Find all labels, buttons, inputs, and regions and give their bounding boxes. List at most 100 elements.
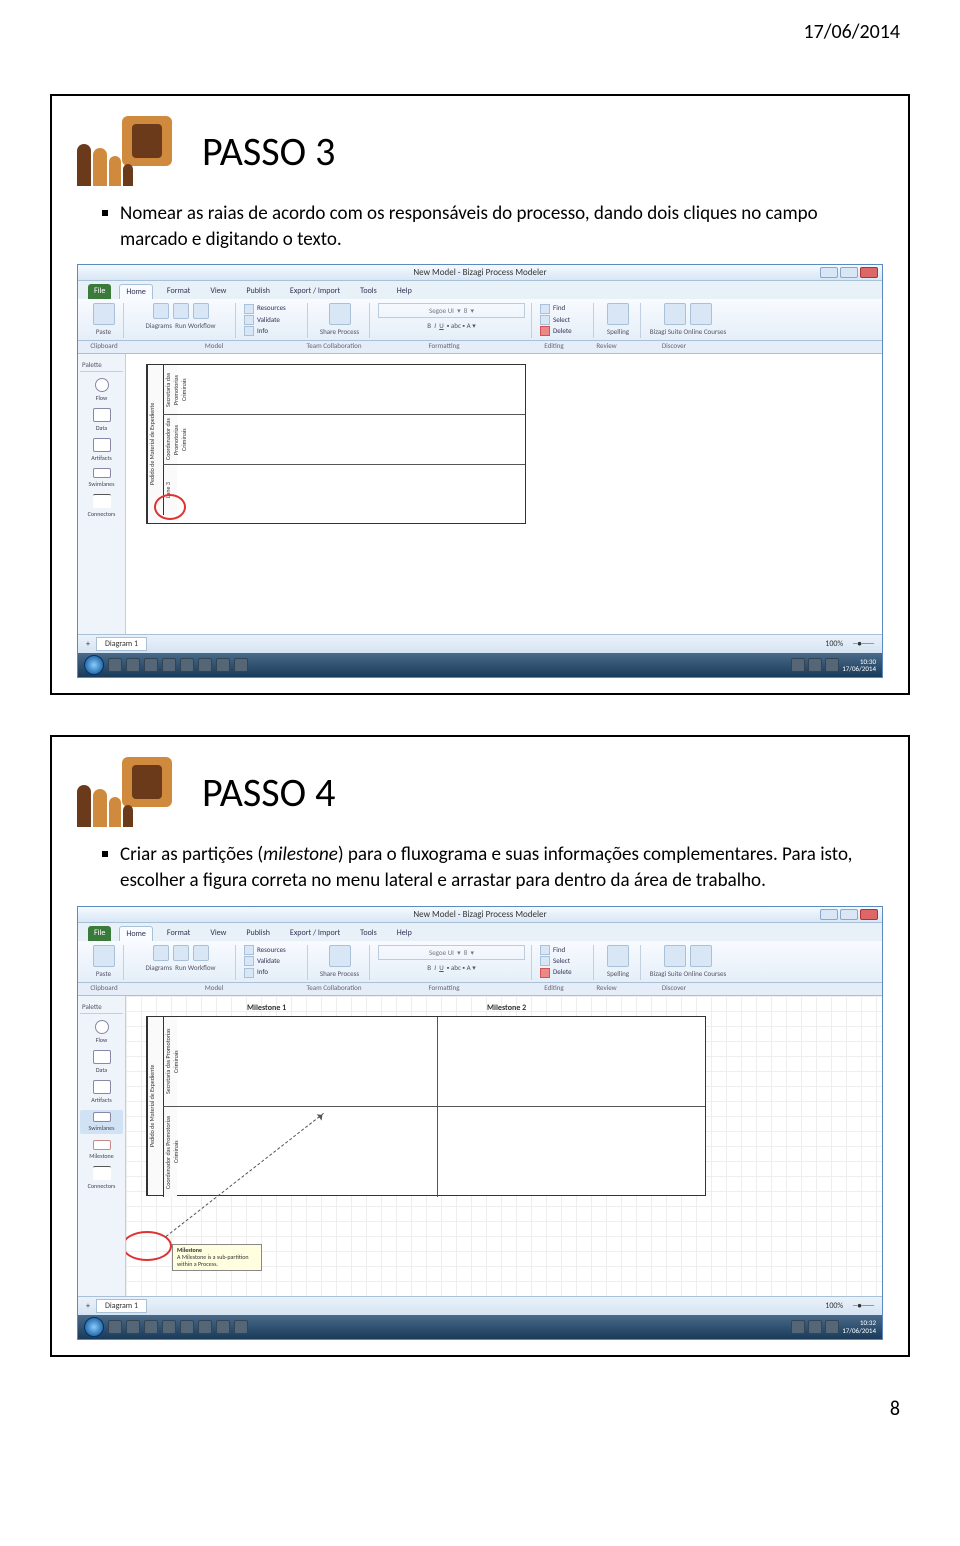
share-icon[interactable] [329, 945, 351, 967]
maximize-icon[interactable] [840, 909, 858, 920]
taskbar-app-icon[interactable] [180, 658, 194, 672]
find-btn[interactable]: Find [540, 303, 587, 313]
taskbar-app-icon[interactable] [180, 1320, 194, 1334]
info-btn[interactable]: Info [244, 967, 301, 977]
taskbar-app-icon[interactable] [162, 658, 176, 672]
zoom-slider[interactable]: ─●─── [853, 639, 874, 649]
taskbar-app-icon[interactable] [234, 1320, 248, 1334]
delete-btn[interactable]: Delete [540, 326, 587, 336]
palette-artifacts[interactable]: Artifacts [80, 438, 123, 462]
select-btn[interactable]: Select [540, 315, 587, 325]
spelling-icon[interactable] [607, 945, 629, 967]
validate-btn[interactable]: Validate [244, 315, 301, 325]
palette-connectors[interactable]: Connectors [80, 1166, 123, 1190]
pool[interactable]: Pedido de Material de Expediente Secreta… [146, 1016, 706, 1196]
paste-icon[interactable] [93, 303, 115, 325]
close-icon[interactable] [860, 267, 878, 278]
palette-data[interactable]: Data [80, 1050, 123, 1074]
taskbar-app-icon[interactable] [216, 658, 230, 672]
window-controls[interactable] [820, 267, 878, 278]
tab-view[interactable]: View [204, 284, 232, 299]
start-button[interactable] [84, 1317, 104, 1337]
taskbar-app-icon[interactable] [126, 1320, 140, 1334]
tab-help[interactable]: Help [391, 926, 418, 941]
tray-icon[interactable] [825, 1320, 839, 1334]
taskbar-app-icon[interactable] [144, 658, 158, 672]
sim-icon[interactable] [193, 945, 209, 961]
find-btn[interactable]: Find [540, 945, 587, 955]
tab-view[interactable]: View [204, 926, 232, 941]
maximize-icon[interactable] [840, 267, 858, 278]
zoom-slider[interactable]: ─●─── [853, 1301, 874, 1311]
validate-btn[interactable]: Validate [244, 956, 301, 966]
start-button[interactable] [84, 655, 104, 675]
font-selector[interactable]: Segoe UI ▾ 8 ▾ [378, 945, 525, 960]
canvas[interactable]: Pedido de Material de Expediente Secreta… [126, 996, 882, 1296]
milestone-1[interactable]: Milestone 1 [247, 1003, 286, 1013]
tab-home[interactable]: Home [119, 284, 153, 299]
window-controls[interactable] [820, 909, 878, 920]
tray-icon[interactable] [791, 658, 805, 672]
info-btn[interactable]: Info [244, 326, 301, 336]
run-icon[interactable] [173, 945, 189, 961]
palette-swimlanes[interactable]: Swimlanes [80, 1110, 123, 1134]
new-diagram-icon[interactable]: + [86, 639, 90, 649]
minimize-icon[interactable] [820, 909, 838, 920]
lane-label-2[interactable]: Coordenador das Promotorias Criminais [163, 1107, 177, 1197]
lane-label-2[interactable]: Coordenador das Promotorias Criminais [163, 415, 177, 464]
taskbar-app-icon[interactable] [198, 1320, 212, 1334]
tab-tools[interactable]: Tools [354, 284, 383, 299]
milestone-2[interactable]: Milestone 2 [487, 1003, 526, 1013]
tab-format[interactable]: Format [161, 926, 196, 941]
format-buttons[interactable]: B I U ▪ abc ▪ A ▾ [378, 321, 525, 330]
paste-icon[interactable] [93, 945, 115, 967]
select-btn[interactable]: Select [540, 956, 587, 966]
tray-icon[interactable] [825, 658, 839, 672]
taskbar-app-icon[interactable] [198, 658, 212, 672]
close-icon[interactable] [860, 909, 878, 920]
palette-flow[interactable]: Flow [80, 378, 123, 402]
taskbar-clock[interactable]: 10:3017/06/2014 [842, 658, 876, 673]
palette-artifacts[interactable]: Artifacts [80, 1080, 123, 1104]
pool-label[interactable]: Pedido de Material de Expediente [147, 1017, 163, 1195]
lane-label-1[interactable]: Secretaria das Promotorias Criminais [163, 365, 177, 414]
tab-publish[interactable]: Publish [240, 926, 276, 941]
diagrams-icon[interactable] [153, 945, 169, 961]
canvas[interactable]: Pedido de Material de Expediente Secreta… [126, 354, 882, 634]
tray-icon[interactable] [808, 658, 822, 672]
taskbar-clock[interactable]: 10:3217/06/2014 [842, 1319, 876, 1334]
tab-help[interactable]: Help [391, 284, 418, 299]
palette-data[interactable]: Data [80, 408, 123, 432]
suite-icon[interactable] [664, 945, 686, 967]
tab-file[interactable]: File [88, 926, 111, 941]
taskbar-app-icon[interactable] [108, 658, 122, 672]
run-icon[interactable] [173, 303, 189, 319]
diagram-tab[interactable]: Diagram 1 [96, 1299, 147, 1313]
suite-icon[interactable] [664, 303, 686, 325]
tab-home[interactable]: Home [119, 926, 153, 941]
tab-format[interactable]: Format [161, 284, 196, 299]
resources-btn[interactable]: Resources [244, 303, 301, 313]
delete-btn[interactable]: Delete [540, 967, 587, 977]
palette-swimlanes[interactable]: Swimlanes [80, 468, 123, 488]
online-icon[interactable] [690, 945, 712, 967]
spelling-icon[interactable] [607, 303, 629, 325]
diagrams-icon[interactable] [153, 303, 169, 319]
taskbar-app-icon[interactable] [216, 1320, 230, 1334]
taskbar-app-icon[interactable] [144, 1320, 158, 1334]
diagram-tab[interactable]: Diagram 1 [96, 637, 147, 651]
sim-icon[interactable] [193, 303, 209, 319]
pool[interactable]: Pedido de Material de Expediente Secreta… [146, 364, 526, 524]
new-diagram-icon[interactable]: + [86, 1301, 90, 1311]
tab-publish[interactable]: Publish [240, 284, 276, 299]
tab-export[interactable]: Export / Import [284, 284, 346, 299]
tray-icon[interactable] [791, 1320, 805, 1334]
font-selector[interactable]: Segoe UI ▾ 8 ▾ [378, 303, 525, 318]
online-icon[interactable] [690, 303, 712, 325]
tab-tools[interactable]: Tools [354, 926, 383, 941]
tab-file[interactable]: File [88, 284, 111, 299]
taskbar-app-icon[interactable] [234, 658, 248, 672]
taskbar-app-icon[interactable] [126, 658, 140, 672]
taskbar-app-icon[interactable] [108, 1320, 122, 1334]
palette-connectors[interactable]: Connectors [80, 494, 123, 518]
